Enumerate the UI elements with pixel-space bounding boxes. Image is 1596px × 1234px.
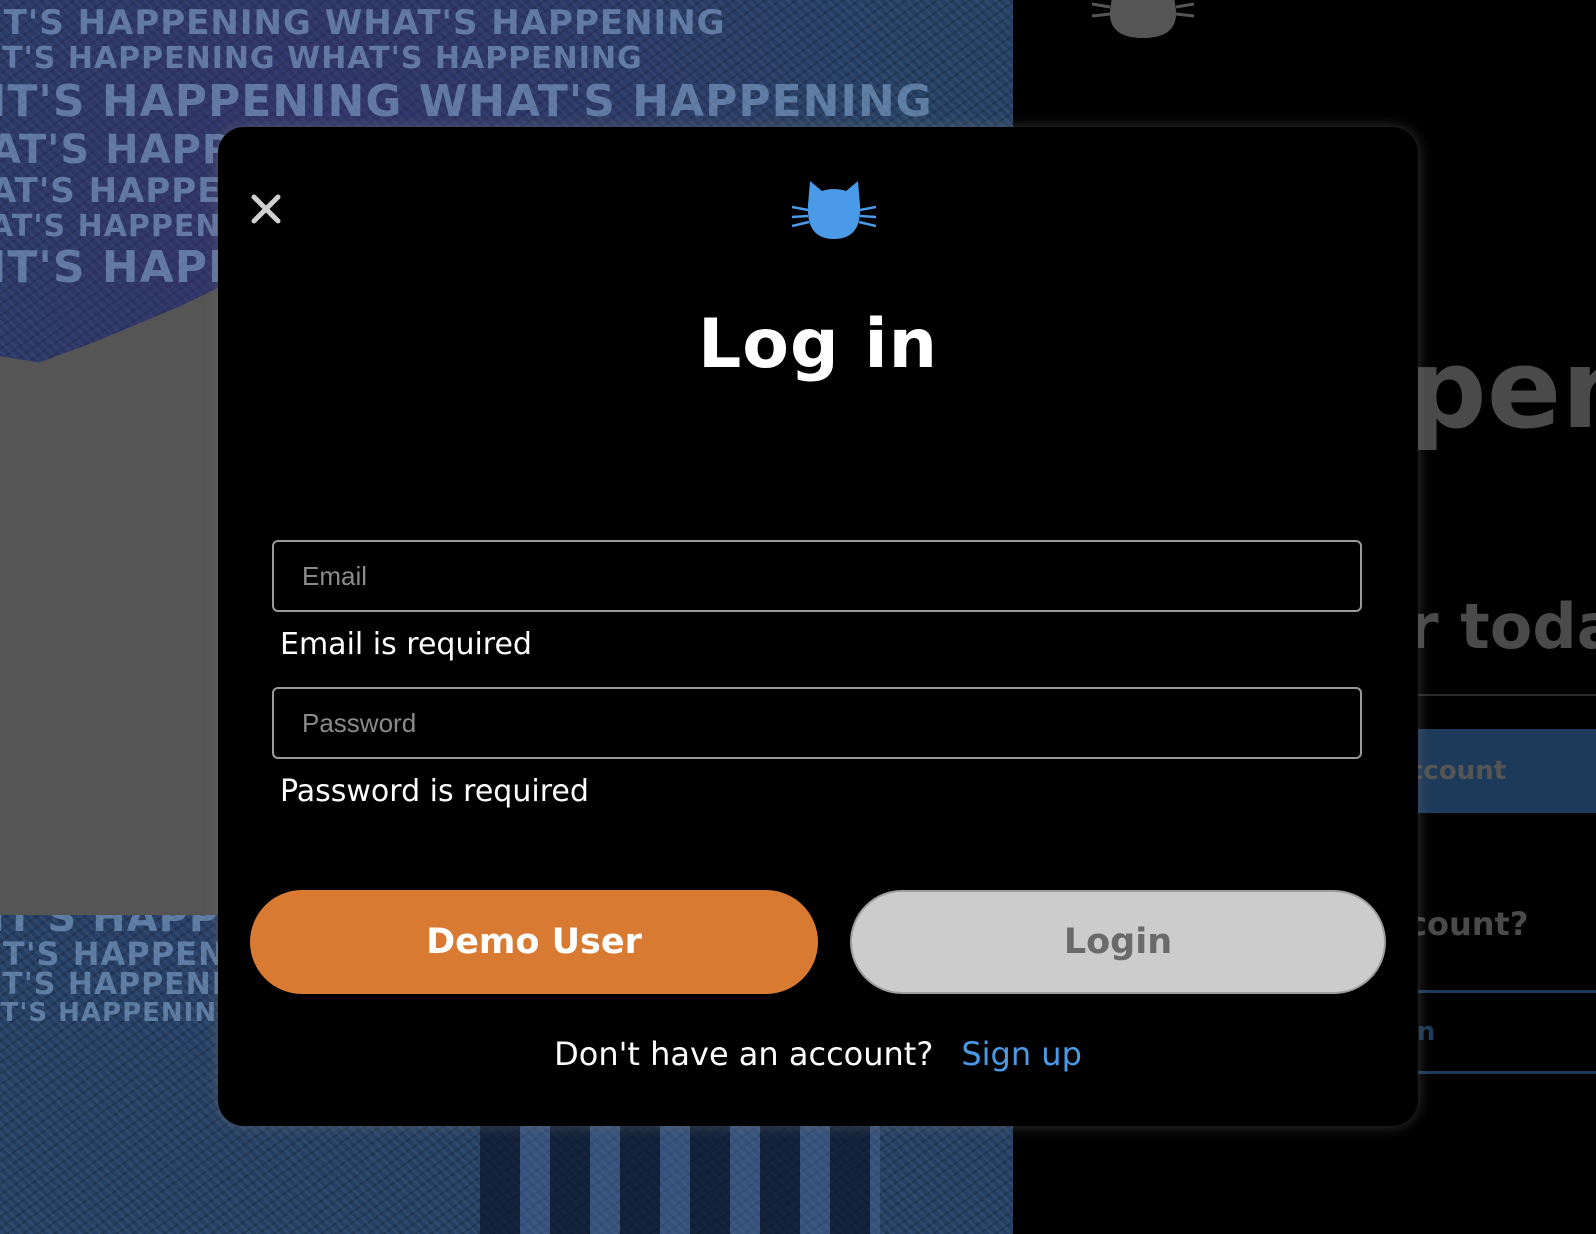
password-error-message: Password is required (280, 774, 589, 809)
signup-row: Don't have an account? Sign up (218, 1035, 1418, 1073)
poster-line: IT'S HAPPENING WHAT'S HAPPENING (0, 76, 933, 127)
login-button[interactable]: Login (850, 890, 1386, 994)
background-have-account-text: count? (1408, 905, 1529, 943)
signup-prompt: Don't have an account? (554, 1035, 934, 1073)
background-subheading: r toda (1408, 590, 1596, 663)
cat-logo-icon (1091, 0, 1195, 38)
close-button[interactable] (246, 189, 286, 229)
close-icon (251, 194, 281, 224)
signup-link[interactable]: Sign up (961, 1035, 1082, 1073)
email-error-message: Email is required (280, 627, 532, 662)
background-heading: pen (1408, 325, 1596, 453)
password-field[interactable] (272, 687, 1362, 759)
background-divider (1408, 694, 1596, 696)
poster-line: IT'S HAPPENING WHAT'S HAPPENING (0, 3, 726, 43)
demo-user-button[interactable]: Demo User (250, 890, 818, 994)
cat-logo-icon (792, 181, 876, 239)
login-modal: Log in Email is required Password is req… (218, 127, 1418, 1126)
background-sign-in-button: in (1408, 990, 1596, 1074)
email-field[interactable] (272, 540, 1362, 612)
poster-line: IT'S HAPPENING WHAT'S HAPPENING (0, 41, 643, 76)
page-title: Log in (697, 305, 939, 384)
background-create-account-button: ccount (1408, 729, 1596, 813)
